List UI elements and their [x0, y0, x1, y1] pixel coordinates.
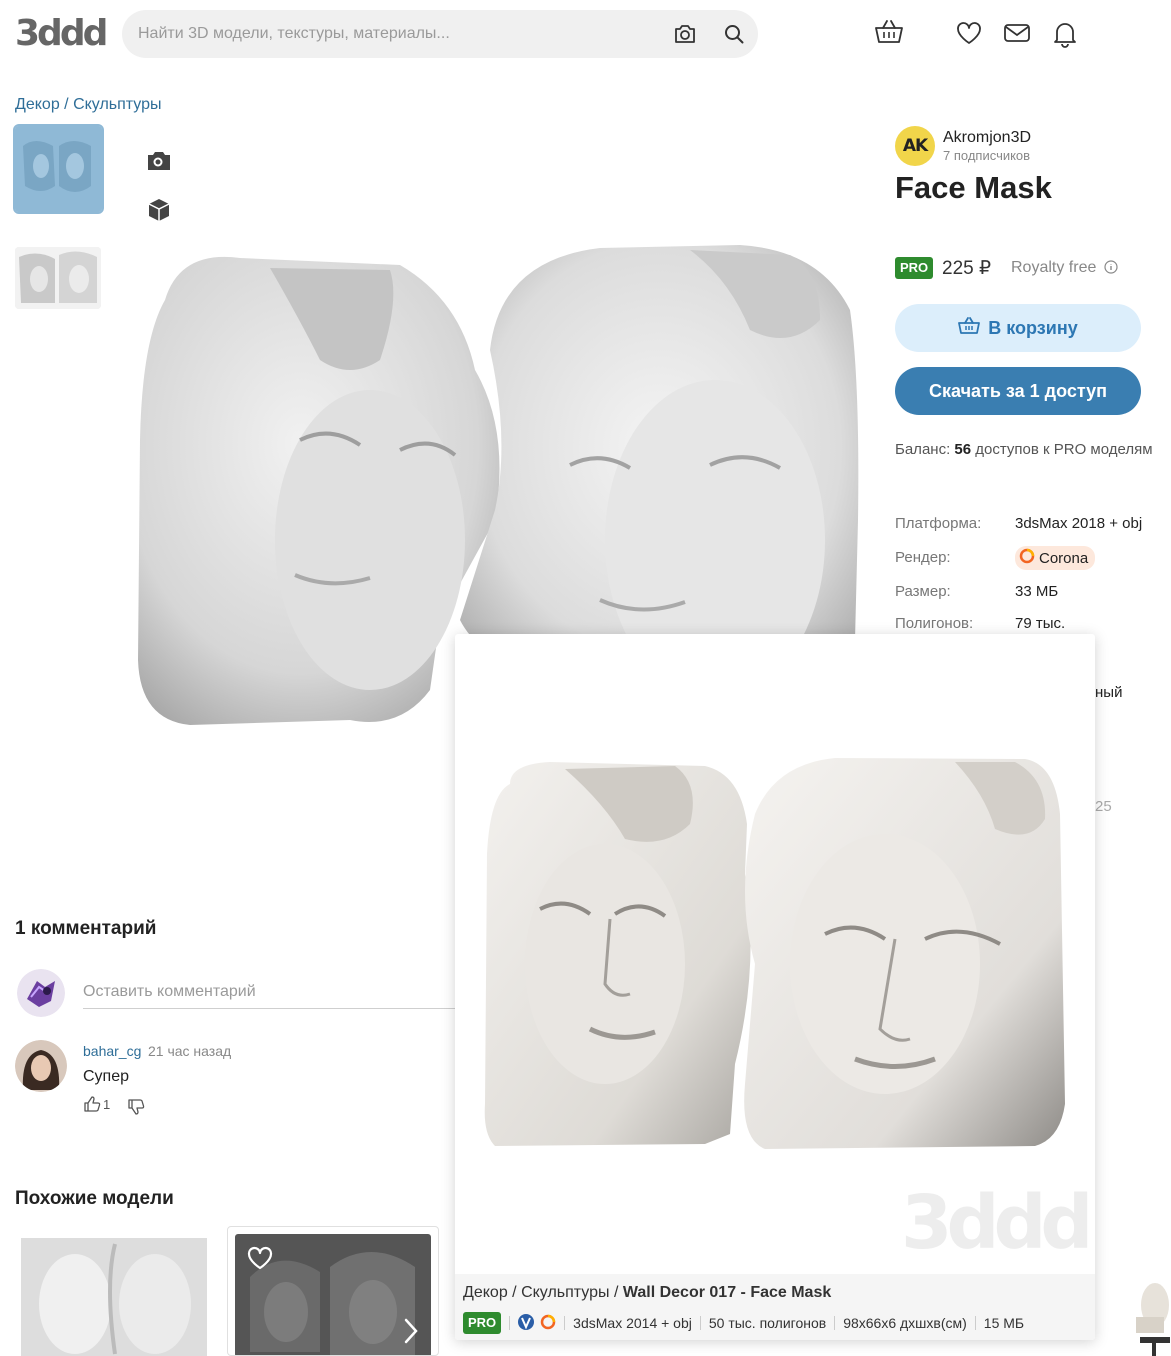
cart-button-icon	[958, 316, 981, 340]
preview-crumb-separator-1: /	[507, 1284, 522, 1301]
messages-mail-icon[interactable]	[1003, 22, 1031, 44]
corona-small-logo-icon	[540, 1314, 556, 1333]
balance-count: 56	[954, 441, 972, 458]
preview-dimensions: 98x66x6 дхшхв(см)	[843, 1315, 967, 1331]
pro-badge: PRO	[895, 257, 934, 279]
breadcrumb: Декор / Скульптуры	[15, 96, 162, 114]
cart-icon[interactable]	[874, 18, 904, 46]
breadcrumb-decor-link[interactable]: Декор	[15, 96, 60, 113]
license-text: Royalty free	[1011, 259, 1097, 276]
breadcrumb-separator: /	[59, 96, 74, 113]
preview-crumb-separator-2: /	[609, 1284, 623, 1301]
balance-suffix: доступов к PRO моделям	[971, 441, 1153, 458]
spec-render-key: Рендер:	[895, 549, 951, 566]
similar-model-card-2[interactable]	[227, 1226, 439, 1356]
preview-meta-row: PRO 3dsMax 2014 + obj 50 тыс. полигонов …	[463, 1312, 1024, 1334]
preview-info-bar: Декор / Скульптуры / Wall Decor 017 - Fa…	[455, 1274, 1095, 1340]
similar-model-card-partial[interactable]	[1110, 1275, 1171, 1356]
spec-platform-value: 3dsMax 2018 + obj	[1015, 515, 1143, 532]
preview-file-size: 15 МБ	[983, 1315, 1025, 1331]
search-icon[interactable]	[720, 22, 748, 46]
preview-pro-badge: PRO	[463, 1312, 502, 1334]
search-input[interactable]	[138, 10, 658, 58]
obscured-spec-fragment: ный	[1095, 684, 1123, 701]
spec-platform-key: Платформа:	[895, 515, 982, 532]
meta-divider	[509, 1316, 511, 1330]
commenter-name-link[interactable]: bahar_cg	[83, 1043, 141, 1059]
product-title: Face Mask	[895, 170, 1052, 205]
preview-model-name: Wall Decor 017 - Face Mask	[622, 1284, 832, 1301]
balance-prefix: Баланс:	[895, 441, 955, 458]
3d-view-cube-icon[interactable]	[146, 197, 172, 223]
spec-size-value: 33 МБ	[1015, 583, 1059, 600]
obscured-date-fragment: 25	[1095, 798, 1112, 815]
add-to-cart-label: В корзину	[988, 317, 1078, 338]
card-favorite-heart-icon[interactable]	[246, 1245, 274, 1276]
corona-logo-icon	[1019, 548, 1035, 568]
comment-text: Супер	[83, 1068, 130, 1085]
preview-crumb-sculptures[interactable]: Скульптуры	[521, 1284, 609, 1301]
comment-time: 21 час назад	[148, 1043, 232, 1059]
dislike-thumb-down-icon[interactable]	[127, 1098, 145, 1116]
preview-breadcrumb: Декор / Скульптуры / Wall Decor 017 - Fa…	[463, 1284, 831, 1302]
similar-models-heading: Похожие модели	[15, 1188, 174, 1209]
comment-input[interactable]	[83, 975, 455, 1009]
gallery-thumbnail-2[interactable]	[15, 247, 101, 309]
balance-info: Баланс: 56 доступов к PRO моделям	[895, 441, 1153, 458]
model-preview-popup[interactable]: 3ddd Декор / Скульптуры / Wall Decor 017…	[455, 634, 1095, 1340]
meta-divider	[974, 1316, 976, 1330]
author-name-link[interactable]: Akromjon3D	[943, 129, 1031, 147]
add-to-cart-button[interactable]: В корзину	[895, 304, 1141, 352]
vray-logo-icon	[518, 1313, 535, 1333]
site-logo[interactable]: 3ddd	[15, 14, 108, 54]
preview-image	[484, 758, 1065, 1149]
like-count: 1	[103, 1097, 111, 1112]
zoom-photo-icon[interactable]	[146, 148, 172, 174]
watermark-logo: 3ddd	[901, 1180, 1093, 1266]
similar-model-card-1[interactable]	[15, 1234, 211, 1356]
preview-platform: 3dsMax 2014 + obj	[573, 1315, 692, 1331]
author-avatar[interactable]: AK	[895, 126, 935, 166]
current-user-avatar[interactable]	[17, 969, 65, 1017]
spec-polygons-key: Полигонов:	[895, 615, 974, 632]
notifications-bell-icon[interactable]	[1052, 20, 1078, 48]
page: 3ddd Декор / Скульптуры	[0, 0, 1171, 1356]
corona-label: Corona	[1039, 549, 1089, 567]
download-button[interactable]: Скачать за 1 доступ	[895, 367, 1141, 415]
comments-heading: 1 комментарий	[15, 918, 157, 939]
camera-search-icon[interactable]	[671, 22, 699, 46]
info-icon[interactable]	[1104, 260, 1118, 279]
product-price: 225 ₽	[942, 258, 992, 279]
breadcrumb-sculptures-link[interactable]: Скульптуры	[73, 96, 161, 113]
like-thumb-up-icon[interactable]	[83, 1095, 101, 1113]
spec-polygons-value: 79 тыс.	[1015, 615, 1066, 632]
meta-divider	[564, 1316, 566, 1330]
commenter-avatar[interactable]	[15, 1040, 67, 1092]
render-corona-badge[interactable]: Corona	[1015, 546, 1096, 570]
meta-divider	[699, 1316, 701, 1330]
card-next-arrow-icon[interactable]	[403, 1317, 419, 1350]
spec-size-key: Размер:	[895, 583, 951, 600]
search-bar	[122, 10, 758, 58]
author-subscribers: 7 подписчиков	[943, 148, 1031, 163]
gallery-thumbnail-1[interactable]	[13, 124, 104, 214]
meta-divider	[834, 1316, 836, 1330]
favorites-heart-icon[interactable]	[955, 20, 983, 46]
license-label: Royalty free	[1011, 259, 1118, 279]
preview-crumb-decor[interactable]: Декор	[463, 1284, 508, 1301]
preview-polygons: 50 тыс. полигонов	[708, 1315, 827, 1331]
